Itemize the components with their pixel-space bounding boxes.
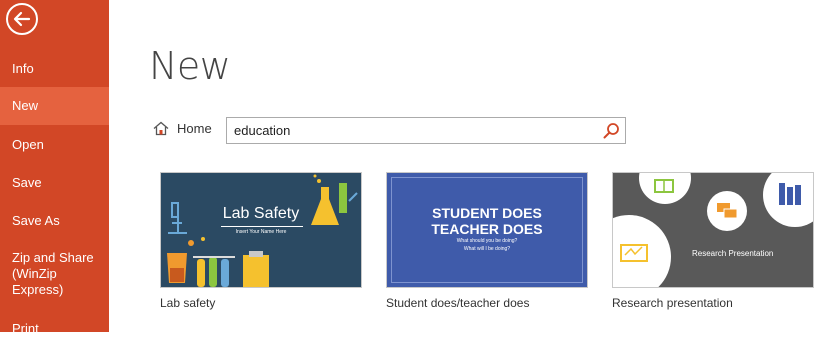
template-label-lab-safety[interactable]: Lab safety <box>160 296 215 310</box>
backstage-sidebar: Info New Open Save Save As Zip and Share… <box>0 0 109 336</box>
lab-safety-thumb-subtitle: Insert Your Name Here <box>235 229 287 235</box>
search-input[interactable] <box>227 118 604 143</box>
lab-safety-thumb-title: Lab Safety <box>222 205 300 222</box>
template-label-student-teacher[interactable]: Student does/teacher does <box>386 296 529 310</box>
home-link-label: Home <box>177 121 212 136</box>
sidebar-item-new[interactable]: New <box>0 87 109 125</box>
sidebar-item-print[interactable]: Print <box>0 318 109 340</box>
student-does-title: STUDENT DOES <box>432 205 542 221</box>
sidebar-item-save[interactable]: Save <box>0 172 109 194</box>
page-title: New <box>149 44 231 88</box>
sidebar-item-save-as[interactable]: Save As <box>0 210 109 232</box>
search-box <box>226 117 626 144</box>
back-button[interactable] <box>6 3 38 35</box>
template-thumbnail-student-teacher[interactable]: STUDENT DOES TEACHER DOES What should yo… <box>386 172 588 288</box>
main-content: New Home education Lab Safety Insert You… <box>109 0 832 332</box>
template-thumbnail-lab-safety[interactable]: Lab Safety Insert Your Name Here <box>160 172 362 288</box>
home-icon <box>153 121 169 136</box>
home-link[interactable]: Home <box>153 121 212 136</box>
search-icon[interactable] <box>603 122 620 139</box>
template-label-research[interactable]: Research presentation <box>612 296 733 310</box>
sidebar-item-open[interactable]: Open <box>0 134 109 156</box>
teacher-does-title: TEACHER DOES <box>431 221 543 237</box>
student-subtitle: What should you be doing? <box>456 238 518 244</box>
research-illustration <box>613 173 813 287</box>
teacher-subtitle: What will I be doing? <box>463 246 511 252</box>
sidebar-item-zip-and-share[interactable]: Zip and Share (WinZip Express) <box>0 250 109 298</box>
template-thumbnail-research[interactable]: Research Presentation <box>612 172 814 288</box>
research-thumb-title: Research Presentation <box>692 249 774 258</box>
sidebar-item-info[interactable]: Info <box>0 58 109 80</box>
divider <box>221 226 303 227</box>
back-arrow-icon <box>13 11 31 27</box>
